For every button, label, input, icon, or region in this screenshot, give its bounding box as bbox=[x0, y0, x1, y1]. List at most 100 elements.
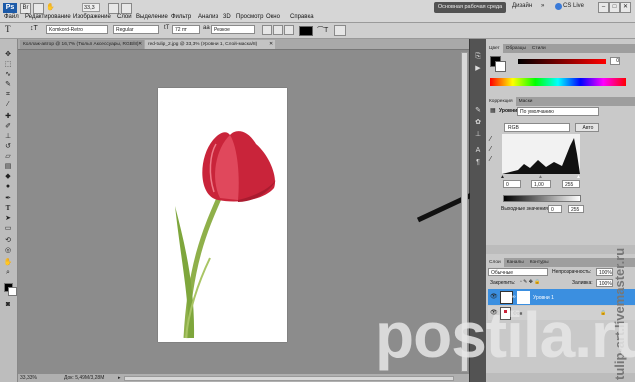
color-spectrum[interactable] bbox=[490, 78, 626, 86]
image-canvas[interactable] bbox=[158, 88, 287, 342]
align-right-icon[interactable] bbox=[284, 25, 294, 35]
doc-tab-tulip[interactable]: red-tulip_2.jpg @ 33,3% (Уровни 1, Слой-… bbox=[145, 40, 275, 49]
output-white-field[interactable]: 255 bbox=[568, 205, 584, 213]
3d-rotate-tool-icon[interactable]: ⟲ bbox=[3, 236, 13, 245]
tab-styles[interactable]: Стили bbox=[529, 44, 549, 53]
close-tab-icon[interactable]: ✕ bbox=[138, 40, 142, 49]
character-panel-icon[interactable] bbox=[334, 25, 346, 36]
menu-view[interactable]: Просмотр bbox=[236, 14, 263, 20]
channel-select[interactable]: RGB bbox=[504, 123, 570, 132]
restore-icon[interactable]: □ bbox=[609, 2, 620, 13]
horizontal-scrollbar[interactable] bbox=[124, 376, 454, 381]
arrange-icon[interactable] bbox=[121, 3, 132, 14]
menu-file[interactable]: Файл bbox=[4, 14, 19, 20]
clone-source-icon[interactable]: ⊥ bbox=[473, 130, 483, 139]
eyedropper-black-icon[interactable]: ⁄ bbox=[490, 136, 491, 143]
clone-stamp-tool-icon[interactable]: ⊥ bbox=[3, 132, 13, 141]
zoom-field[interactable]: 33,3 bbox=[82, 3, 100, 12]
menu-select[interactable]: Выделение bbox=[136, 14, 168, 20]
character-panel-dock-icon[interactable]: A bbox=[473, 146, 483, 155]
move-tool-icon[interactable]: ✥ bbox=[3, 50, 13, 59]
menu-analysis[interactable]: Анализ bbox=[198, 14, 218, 20]
history-brush-tool-icon[interactable]: ↺ bbox=[3, 142, 13, 151]
input-white-field[interactable]: 255 bbox=[562, 180, 580, 188]
shape-tool-icon[interactable]: ▭ bbox=[3, 224, 13, 233]
fill-field[interactable]: 100% bbox=[596, 279, 613, 287]
menu-image[interactable]: Изображение bbox=[73, 14, 111, 20]
status-menu-icon[interactable]: ▸ bbox=[118, 375, 121, 381]
eyedropper-tool-icon[interactable]: ⁄ bbox=[3, 100, 13, 109]
quick-select-tool-icon[interactable]: ✎ bbox=[3, 80, 13, 89]
lasso-tool-icon[interactable]: ∿ bbox=[3, 70, 13, 79]
status-zoom[interactable]: 33,33% bbox=[20, 375, 37, 381]
workspace-button[interactable]: Основная рабочая среда bbox=[434, 2, 506, 13]
eyedropper-white-icon[interactable]: ⁄ bbox=[490, 156, 491, 163]
menu-window[interactable]: Окно bbox=[266, 14, 280, 20]
background-color-swatch[interactable] bbox=[8, 287, 17, 296]
hand-icon[interactable]: ✋ bbox=[46, 3, 55, 12]
menu-filter[interactable]: Фильтр bbox=[171, 14, 191, 20]
close-tab-icon[interactable]: ✕ bbox=[269, 40, 273, 49]
color-bg-swatch[interactable] bbox=[495, 61, 506, 72]
design-workspace-link[interactable]: Дизайн bbox=[512, 3, 532, 9]
orientation-icon[interactable]: ↕T bbox=[30, 25, 38, 32]
tab-paths[interactable]: Контуры bbox=[527, 258, 552, 267]
output-black-field[interactable]: 0 bbox=[548, 205, 562, 213]
brush-tool-icon[interactable]: ✐ bbox=[3, 122, 13, 131]
input-black-field[interactable]: 0 bbox=[503, 180, 521, 188]
r-slider[interactable] bbox=[518, 59, 606, 64]
warp-text-icon[interactable]: ⌒T bbox=[317, 25, 328, 35]
tab-layers[interactable]: Слои bbox=[486, 258, 504, 267]
auto-button[interactable]: Авто bbox=[575, 123, 599, 132]
paragraph-panel-icon[interactable]: ¶ bbox=[473, 158, 483, 167]
minimize-icon[interactable]: – bbox=[598, 2, 609, 13]
eraser-tool-icon[interactable]: ▱ bbox=[3, 152, 13, 161]
type-tool-icon[interactable]: T bbox=[5, 24, 11, 34]
tab-adjustments[interactable]: Коррекция bbox=[486, 97, 516, 106]
crop-tool-icon[interactable]: ⌗ bbox=[3, 90, 13, 99]
marquee-tool-icon[interactable]: ⬚ bbox=[3, 60, 13, 69]
tab-channels[interactable]: Каналы bbox=[504, 258, 527, 267]
hand-tool-icon[interactable]: ✋ bbox=[3, 258, 13, 267]
r-value[interactable]: 0 bbox=[610, 57, 620, 65]
bridge-icon[interactable]: Br bbox=[20, 3, 31, 14]
blend-mode-select[interactable]: Обычные bbox=[488, 268, 548, 276]
output-gradient[interactable] bbox=[503, 195, 581, 202]
menu-help[interactable]: Справка bbox=[290, 14, 314, 20]
input-mid-field[interactable]: 1,00 bbox=[531, 180, 551, 188]
text-color-swatch[interactable] bbox=[299, 26, 313, 36]
tab-swatches[interactable]: Образцы bbox=[503, 44, 529, 53]
align-center-icon[interactable] bbox=[273, 25, 283, 35]
blur-tool-icon[interactable]: ◆ bbox=[3, 172, 13, 181]
opacity-field[interactable]: 100% bbox=[596, 268, 613, 276]
font-family-select[interactable]: Komkord-Retro bbox=[46, 25, 108, 34]
workspace-menu-icon[interactable]: » bbox=[541, 3, 544, 9]
font-size-select[interactable]: 72 пт bbox=[172, 25, 200, 34]
font-style-select[interactable]: Regular bbox=[113, 25, 159, 34]
preset-select[interactable]: По умолчанию bbox=[517, 107, 599, 116]
gradient-tool-icon[interactable]: ▤ bbox=[3, 162, 13, 171]
cs-live-button[interactable]: CS Live bbox=[563, 3, 584, 9]
path-select-tool-icon[interactable]: ➤ bbox=[3, 214, 13, 223]
zoom-tool-icon[interactable]: ⌕ bbox=[3, 268, 13, 277]
healing-tool-icon[interactable]: ✚ bbox=[3, 112, 13, 121]
lock-icons[interactable]: ▫ ✎ ✥ 🔒 bbox=[520, 279, 541, 285]
pen-tool-icon[interactable]: ✒ bbox=[3, 194, 13, 203]
type-tool-button-icon[interactable]: T bbox=[3, 204, 13, 213]
quick-mask-icon[interactable]: ◙ bbox=[3, 300, 13, 309]
view-extras-icon[interactable] bbox=[33, 3, 44, 14]
tab-color[interactable]: Цвет bbox=[486, 44, 503, 53]
cs-live-icon[interactable] bbox=[555, 3, 562, 10]
history-panel-icon[interactable]: ⎘ bbox=[473, 52, 483, 61]
menu-edit[interactable]: Редактирование bbox=[25, 14, 71, 20]
eyedropper-gray-icon[interactable]: ⁄ bbox=[490, 146, 491, 153]
dodge-tool-icon[interactable]: ● bbox=[3, 182, 13, 191]
actions-panel-icon[interactable]: ▶ bbox=[473, 64, 483, 73]
3d-orbit-tool-icon[interactable]: ◎ bbox=[3, 246, 13, 255]
close-icon[interactable]: ✕ bbox=[620, 2, 631, 13]
menu-layers[interactable]: Слои bbox=[117, 14, 132, 20]
grid-icon[interactable] bbox=[108, 3, 119, 14]
align-left-icon[interactable] bbox=[262, 25, 272, 35]
tool-presets-icon[interactable]: ✎ bbox=[473, 106, 483, 115]
brush-panel-icon[interactable]: ✿ bbox=[473, 118, 483, 127]
